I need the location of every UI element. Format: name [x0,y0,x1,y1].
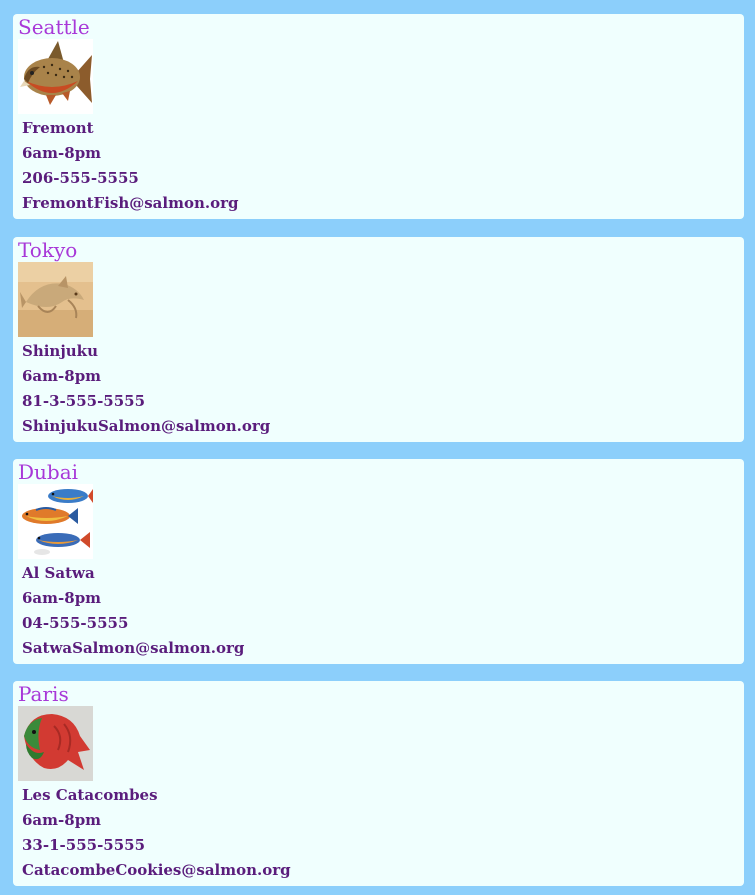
salmon-painting-icon [18,262,93,337]
hours: 6am-8pm [22,367,102,385]
email: ShinjukuSalmon@salmon.org [22,417,271,435]
phone: 33-1-555-5555 [22,836,146,854]
three-fish-drawing-icon [18,484,93,559]
locations-list: Seattle Fremont 6am-8pm 206-555-5555 Fre… [0,0,755,895]
location-card-dubai: Dubai Al Satwa 6am-8pm 04-555-5555 Satwa… [13,459,744,664]
city-heading: Tokyo [18,238,78,262]
fish-cookie-icon [18,706,93,781]
hours: 6am-8pm [22,589,102,607]
city-heading: Paris [18,682,69,706]
location-card-tokyo: Tokyo Shinjuku 6am-8pm 81-3-555-5555 Shi… [13,237,744,442]
salmon-photo-icon [18,39,93,114]
location-details: Al Satwa 6am-8pm 04-555-5555 SatwaSalmon… [22,563,244,659]
neighborhood: Fremont [22,119,94,137]
neighborhood: Les Catacombes [22,786,158,804]
neighborhood: Shinjuku [22,342,98,360]
hours: 6am-8pm [22,811,102,829]
phone: 81-3-555-5555 [22,392,146,410]
hours: 6am-8pm [22,144,102,162]
email: FremontFish@salmon.org [22,194,239,212]
phone: 206-555-5555 [22,169,139,187]
email: SatwaSalmon@salmon.org [22,639,245,657]
location-details: Les Catacombes 6am-8pm 33-1-555-5555 Cat… [22,785,291,881]
neighborhood: Al Satwa [22,564,95,582]
location-card-seattle: Seattle Fremont 6am-8pm 206-555-5555 Fre… [13,14,744,219]
city-heading: Seattle [18,15,90,39]
city-heading: Dubai [18,460,79,484]
location-card-paris: Paris Les Catacombes 6am-8pm 33-1-555-55… [13,681,744,886]
location-details: Fremont 6am-8pm 206-555-5555 FremontFish… [22,118,239,214]
phone: 04-555-5555 [22,614,129,632]
location-details: Shinjuku 6am-8pm 81-3-555-5555 ShinjukuS… [22,341,270,437]
email: CatacombeCookies@salmon.org [22,861,291,879]
